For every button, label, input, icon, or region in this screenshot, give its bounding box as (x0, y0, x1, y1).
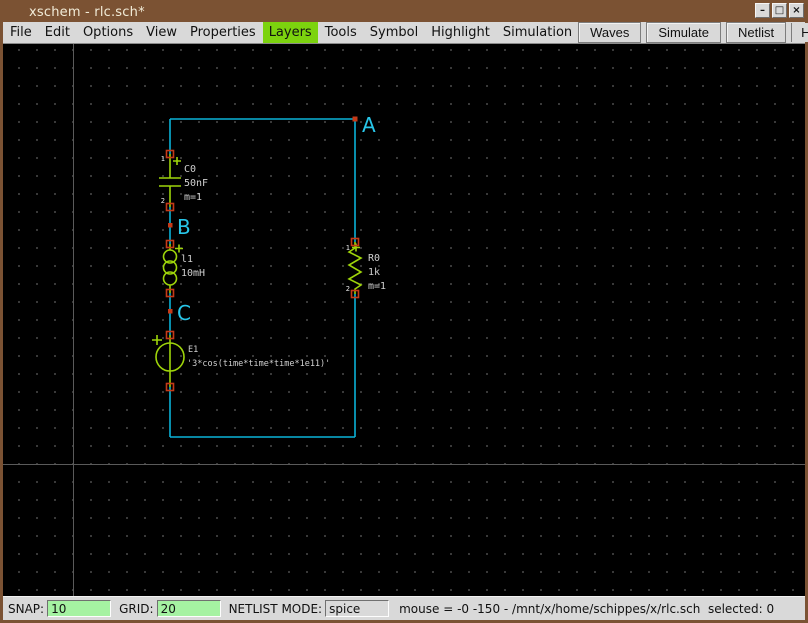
simulate-button[interactable]: Simulate (646, 22, 721, 43)
close-icon[interactable]: × (789, 3, 804, 18)
window-title: xschem - rlc.sch* (29, 4, 145, 20)
schematic-canvas[interactable]: 1 2 C0 50nF m=1 B l1 10mH C E1 '3*cos(ti… (3, 44, 805, 596)
menu-view[interactable]: View (140, 22, 183, 43)
menu-symbol[interactable]: Symbol (364, 22, 424, 43)
pin-number: 1 (346, 244, 350, 252)
schematic-drawing: 1 2 C0 50nF m=1 B l1 10mH C E1 '3*cos(ti… (3, 44, 805, 596)
component-value: '3*cos(time*time*time*1e11)' (187, 359, 330, 369)
menu-edit[interactable]: Edit (39, 22, 76, 43)
maximize-icon[interactable]: □ (772, 3, 787, 18)
component-mult: m=1 (368, 281, 386, 292)
mouse-status-text: mouse = -0 -150 - /mnt/x/home/schippes/x… (399, 601, 775, 616)
component-mult: m=1 (184, 192, 202, 203)
inductor-l1[interactable]: l1 10mH (162, 239, 206, 298)
net-label-pin (168, 309, 173, 314)
snap-label: SNAP: (8, 601, 45, 616)
component-ref: C0 (184, 164, 196, 175)
component-ref: E1 (188, 345, 198, 355)
menu-tools[interactable]: Tools (319, 22, 363, 43)
net-label-pin (168, 223, 173, 228)
resistor-R0[interactable]: 1 2 R0 1k m=1 (346, 237, 386, 299)
origin-axes (3, 44, 805, 596)
title-bar[interactable]: xschem - rlc.sch* – □ × (3, 2, 805, 22)
source-E1[interactable]: E1 '3*cos(time*time*time*1e11)' (152, 330, 330, 392)
waves-button[interactable]: Waves (578, 22, 642, 43)
help-button[interactable]: Help (791, 23, 808, 42)
status-bar: SNAP: GRID: NETLIST MODE: mouse = -0 -15… (3, 596, 805, 620)
menu-properties[interactable]: Properties (184, 22, 262, 43)
net-label-B[interactable]: B (177, 215, 191, 239)
net-label-C[interactable]: C (177, 301, 191, 325)
capacitor-C0[interactable]: 1 2 C0 50nF m=1 (159, 149, 208, 212)
pin-number: 2 (346, 285, 350, 293)
pin-number: 2 (161, 197, 165, 205)
netlist-mode-label: NETLIST MODE: (228, 601, 323, 616)
component-ref: l1 (181, 254, 193, 265)
snap-input[interactable] (47, 600, 112, 617)
component-value: 10mH (181, 268, 205, 279)
pin-number: 1 (161, 155, 165, 163)
grid-label: GRID: (119, 601, 154, 616)
menu-file[interactable]: File (4, 22, 38, 43)
window-controls: – □ × (755, 3, 804, 18)
component-value: 50nF (184, 178, 208, 189)
menu-layers[interactable]: Layers (262, 22, 318, 43)
net-label-A[interactable]: A (362, 113, 376, 137)
netlist-button[interactable]: Netlist (725, 22, 787, 43)
menu-highlight[interactable]: Highlight (425, 22, 496, 43)
netlist-mode-input[interactable] (325, 600, 390, 617)
xschem-window: xschem - rlc.sch* – □ × File Edit Option… (0, 0, 808, 623)
menu-options[interactable]: Options (77, 22, 139, 43)
menu-bar: File Edit Options View Properties Layers… (3, 22, 808, 44)
grid-input[interactable] (156, 600, 221, 617)
component-value: 1k (368, 267, 380, 278)
menu-simulation[interactable]: Simulation (497, 22, 578, 43)
minimize-icon[interactable]: – (755, 3, 770, 18)
component-ref: R0 (368, 253, 380, 264)
net-label-pin (352, 116, 358, 122)
